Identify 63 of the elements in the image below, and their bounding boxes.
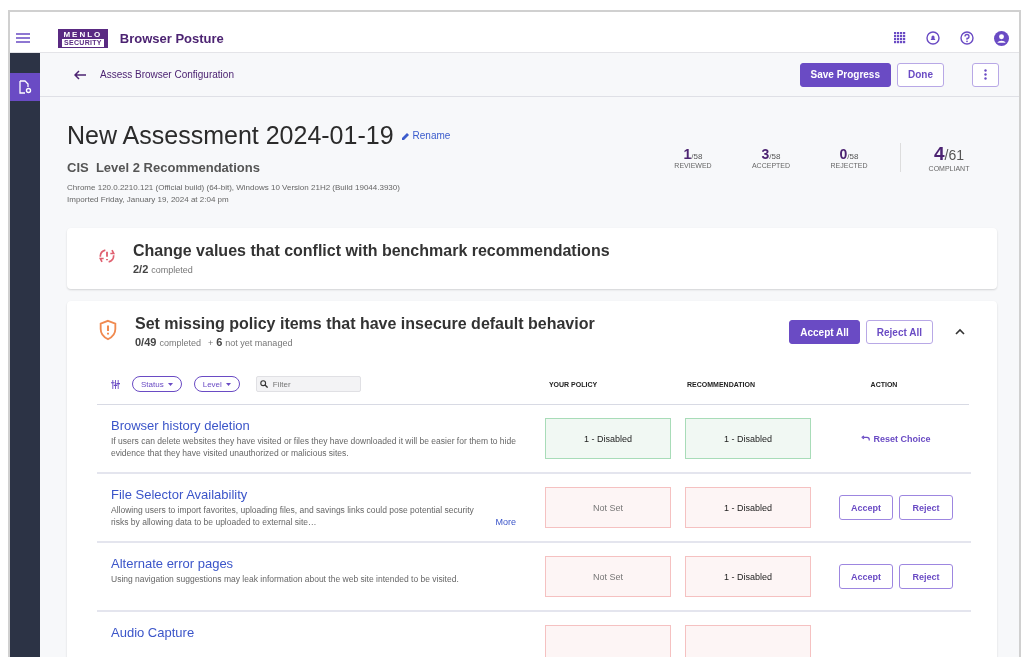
section-title: Change values that conflict with benchmark recommendations xyxy=(133,242,611,260)
save-progress-button[interactable]: Save Progress xyxy=(799,62,891,87)
policy-name-link[interactable]: File Selector Availability xyxy=(111,487,531,502)
benchmark-label: CIS Level 2 Recommendations xyxy=(67,160,261,175)
app-title: Browser Posture xyxy=(119,30,225,46)
policy-value: Not Set xyxy=(545,487,671,528)
back-arrow-icon[interactable] xyxy=(74,69,86,80)
more-options-button[interactable] xyxy=(972,62,999,87)
plus-sign: + xyxy=(207,338,214,348)
recommendation-value: 1 - Disabled xyxy=(685,487,811,528)
policy-value: 1 - Disabled xyxy=(545,418,671,459)
apps-grid-icon[interactable] xyxy=(894,32,906,44)
unmanaged-label: not yet managed xyxy=(225,338,293,348)
unmanaged-count: 6 xyxy=(216,336,223,348)
user-avatar-icon[interactable] xyxy=(994,30,1009,46)
undo-icon xyxy=(861,435,871,442)
assessment-title: New Assessment 2024-01-19 xyxy=(67,121,394,150)
reject-all-button[interactable]: Reject All xyxy=(865,320,933,344)
build-info: Chrome 120.0.2210.121 (Official build) (64-bit), Windows 10 Version 21H2 (Build 19044.3930) xyxy=(67,183,401,192)
accept-all-button[interactable]: Accept All xyxy=(789,320,860,344)
menu-icon[interactable] xyxy=(16,33,30,43)
completed-label: completed xyxy=(159,338,201,348)
reject-button[interactable]: Reject xyxy=(899,564,953,589)
more-link[interactable]: More xyxy=(495,515,516,529)
policy-description: Allowing users to import favorites, uploading files, and savings links could pose potential security risks by allowing data to be uploaded to external site… xyxy=(111,504,475,529)
accept-button[interactable]: Accept xyxy=(839,495,893,520)
stat-value: 4/61 xyxy=(933,143,964,165)
accept-button[interactable]: Accept xyxy=(839,564,893,589)
completed-label: completed xyxy=(151,265,193,275)
stat-value: 3/58 xyxy=(761,146,781,162)
policy-description: Using navigation suggestions may leak information about the web site intended to be visited. xyxy=(111,573,459,586)
done-button[interactable]: Done xyxy=(897,62,944,87)
rename-link[interactable]: Rename xyxy=(401,130,451,141)
policy-name-link[interactable]: Browser history deletion xyxy=(111,418,531,433)
caret-icon xyxy=(225,382,231,386)
filter-field[interactable]: Filter xyxy=(255,376,361,392)
completed-count: 0/49 xyxy=(135,336,157,348)
pencil-icon xyxy=(401,131,410,140)
filter-dropdown[interactable]: Level xyxy=(193,376,240,392)
shield-alert-icon xyxy=(97,319,119,341)
reject-button[interactable]: Reject xyxy=(899,495,953,520)
filter-settings-icon[interactable] xyxy=(111,379,120,389)
recommendation-value: 1 - Disabled xyxy=(685,418,811,459)
import-date: Imported Friday, January 19, 2024 at 2:04 pm xyxy=(67,195,230,204)
caret-icon xyxy=(167,382,173,386)
section-title: Set missing policy items that have insecure default behavior xyxy=(135,315,596,333)
help-icon[interactable] xyxy=(960,31,974,45)
policy-value: Not Set xyxy=(545,556,671,597)
completed-count: 2/2 xyxy=(133,263,149,275)
stat-value: 0/58 xyxy=(839,146,859,162)
assessment-nav-item[interactable] xyxy=(10,73,40,101)
filter-dropdown[interactable]: Status xyxy=(132,376,182,392)
reset-choice-link[interactable]: Reset Choice xyxy=(861,433,931,444)
policy-name-link[interactable]: Alternate error pages xyxy=(111,556,531,571)
recommendation-value: 1 - Disabled xyxy=(685,556,811,597)
notification-icon[interactable] xyxy=(926,31,940,45)
document-settings-icon xyxy=(18,80,32,94)
search-icon xyxy=(259,380,268,388)
breadcrumb-title: Assess Browser Configuration xyxy=(100,69,235,80)
more-vertical-icon xyxy=(984,69,987,80)
policy-name-link[interactable]: Audio Capture xyxy=(111,625,531,640)
stat-value: 1/58 xyxy=(683,146,703,162)
policy-description: If users can delete websites they have visited or files they have downloaded it will be easier for them to hide evidence that they have visited unauthorized or malicious sites. xyxy=(111,435,516,460)
